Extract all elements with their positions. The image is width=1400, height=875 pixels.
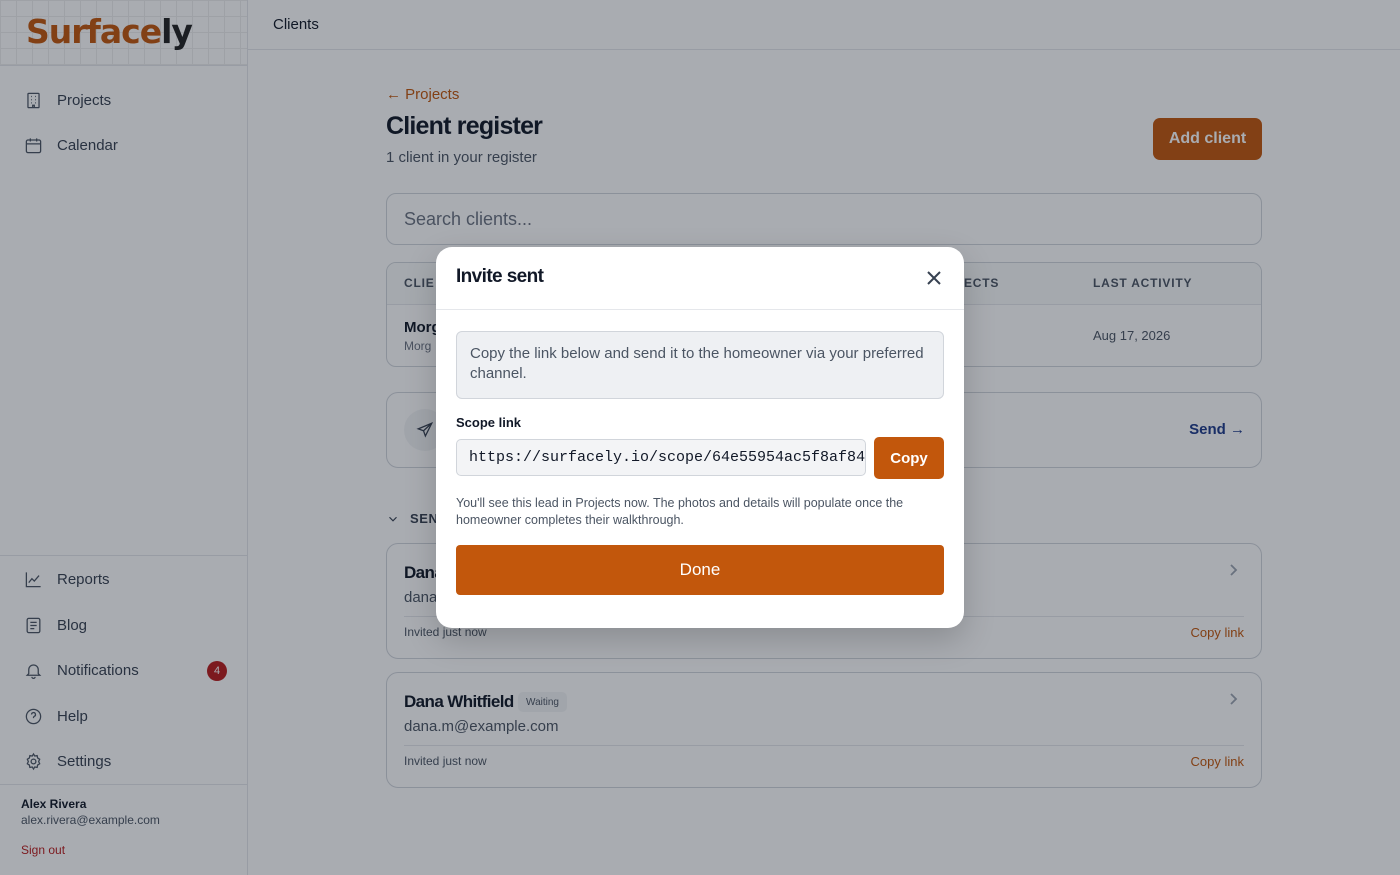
modal-header: Invite sent [436, 247, 964, 310]
close-icon [927, 271, 941, 285]
info-message: Copy the link below and send it to the h… [456, 331, 944, 399]
close-button[interactable] [924, 268, 944, 288]
invite-sent-modal: Invite sent Copy the link below and send… [436, 247, 964, 628]
modal-title: Invite sent [456, 266, 544, 287]
help-text: You'll see this lead in Projects now. Th… [456, 496, 904, 527]
copy-button[interactable]: Copy [874, 437, 944, 479]
scope-link-input[interactable]: https://surfacely.io/scope/64e55954ac5f8… [456, 439, 866, 476]
done-button[interactable]: Done [456, 545, 944, 595]
scope-link-label: Scope link [456, 415, 522, 430]
